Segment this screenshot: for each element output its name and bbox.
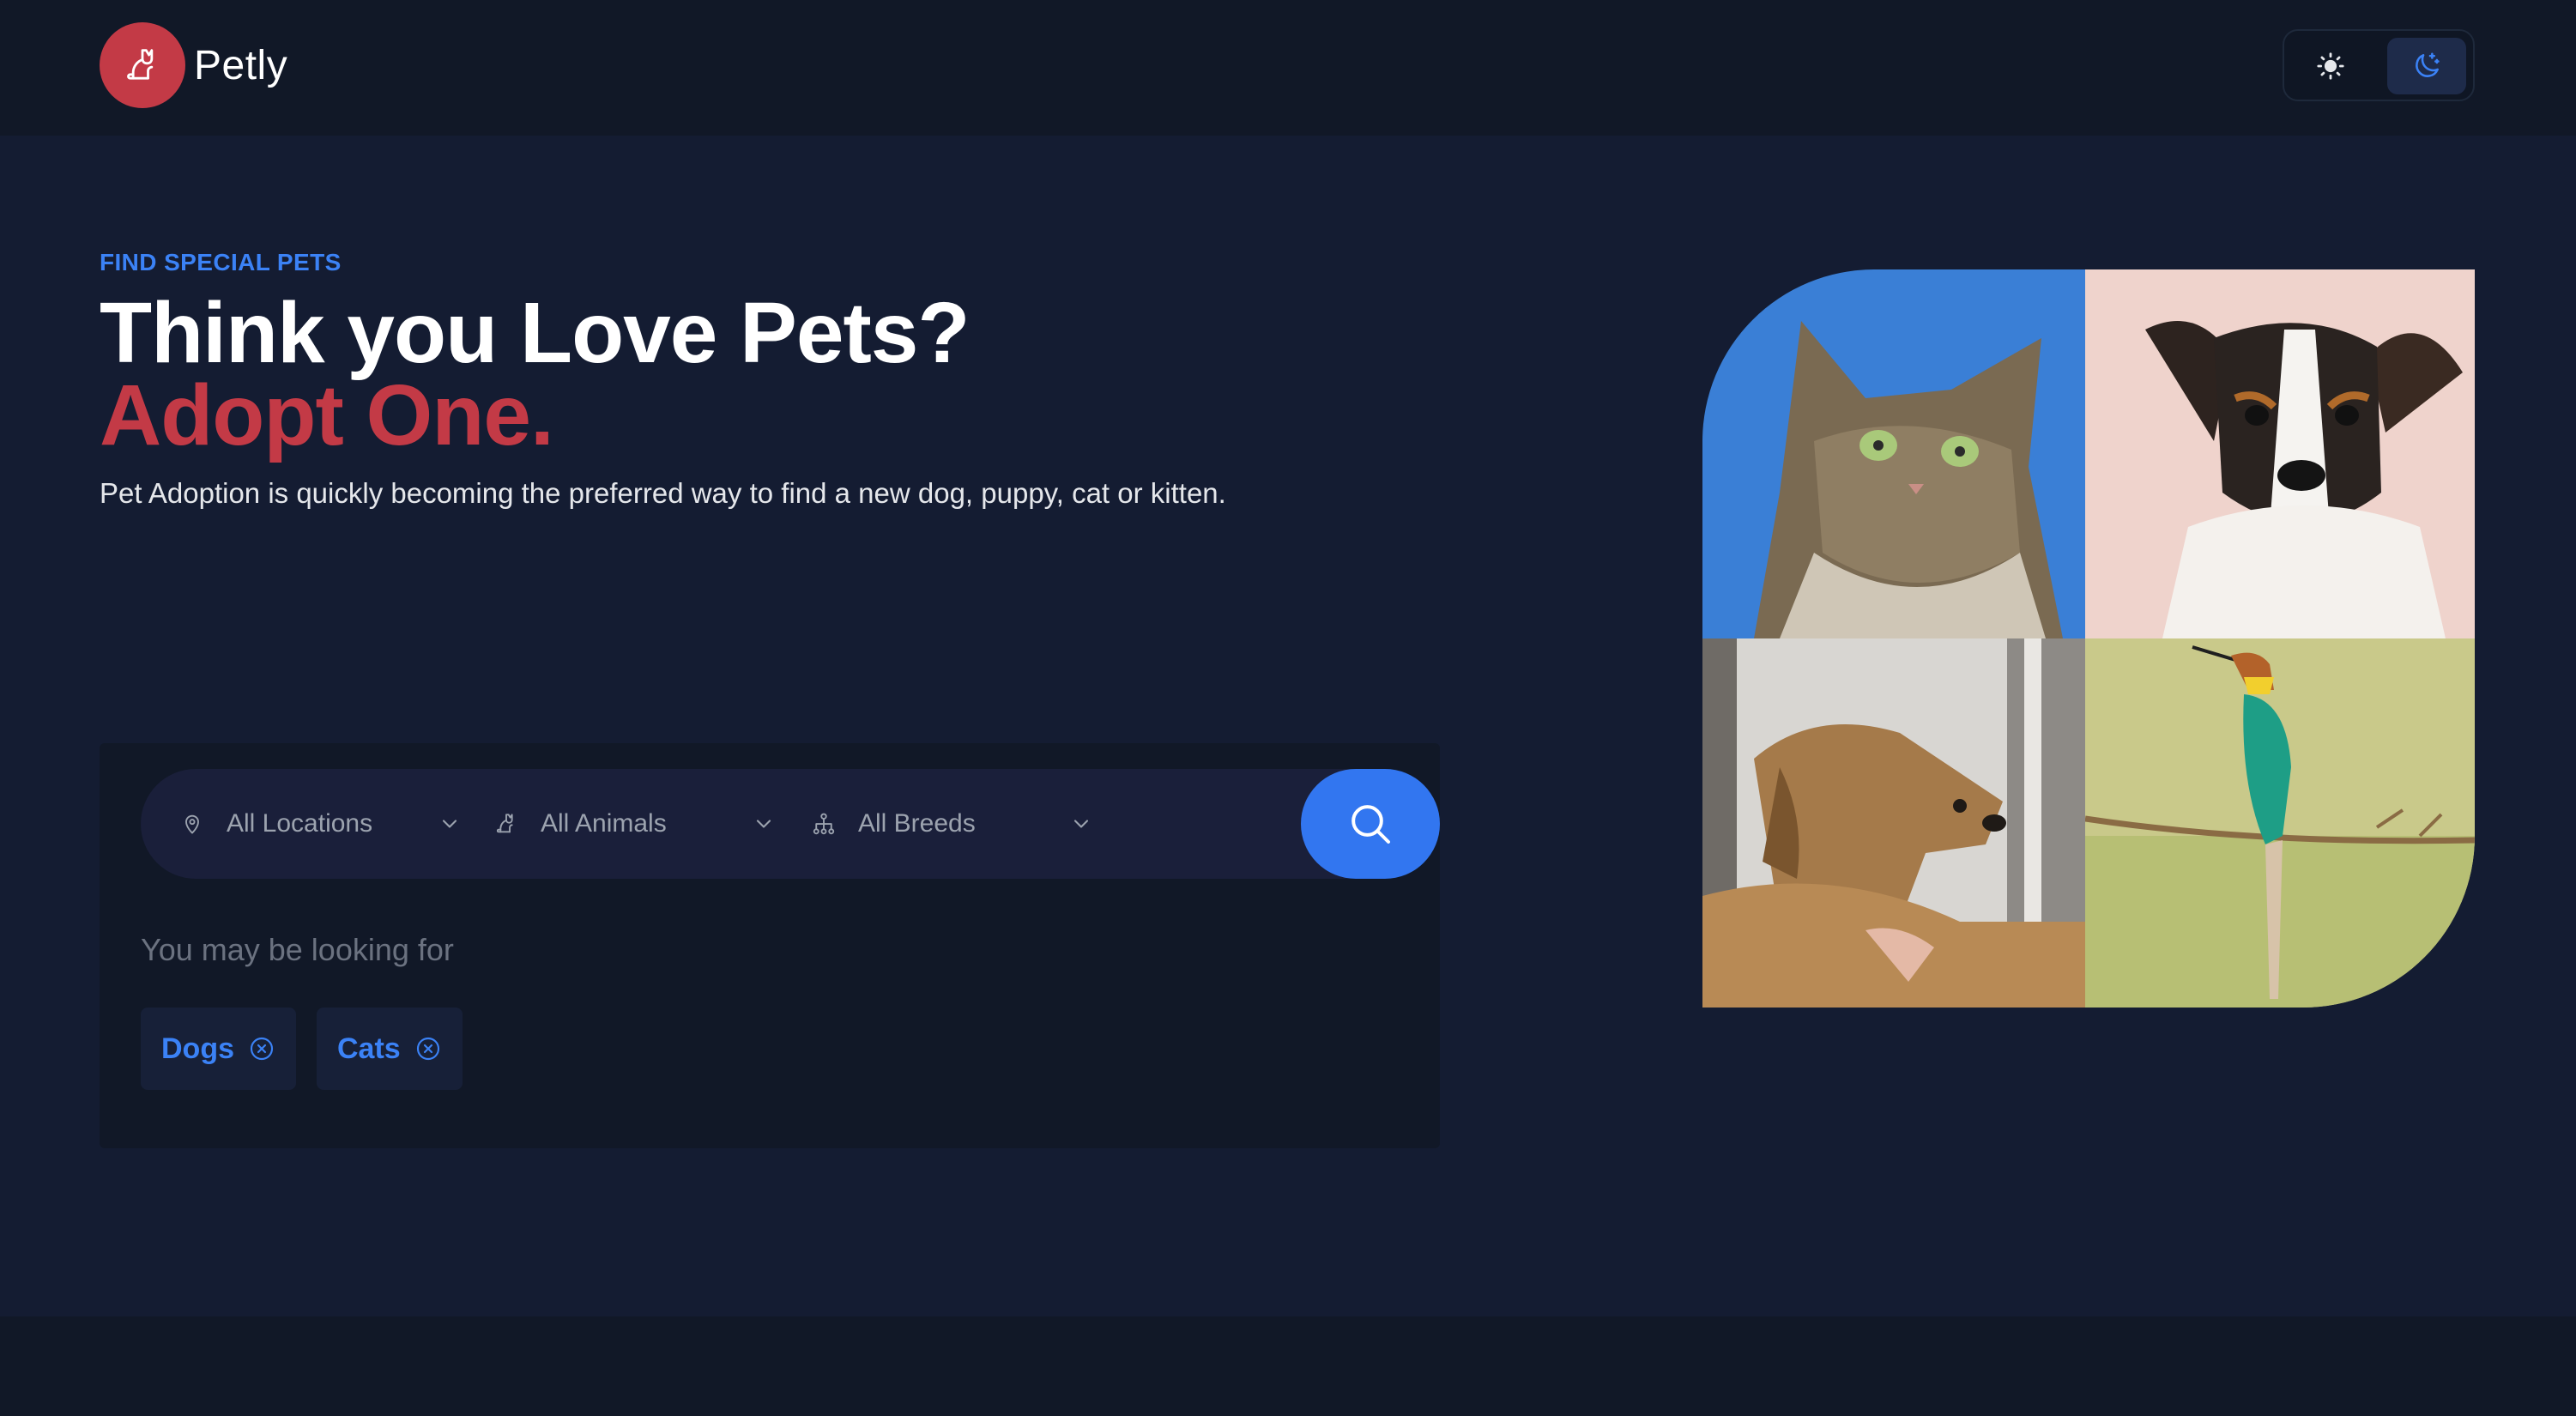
suggestions-title: You may be looking for [141,932,454,967]
search-button[interactable] [1301,769,1440,879]
animal-filter-label: All Animals [541,809,667,838]
close-circle-icon[interactable] [248,1035,275,1062]
hero-eyebrow: FIND SPECIAL PETS [100,249,342,275]
close-circle-icon[interactable] [414,1035,442,1062]
chevron-down-icon [1073,820,1089,828]
breed-filter-label: All Breeds [858,809,976,838]
animal-filter[interactable]: All Animals [493,769,776,879]
dark-mode-button[interactable] [2387,38,2466,94]
chevron-down-icon [442,820,457,828]
chip-label: Cats [337,1032,401,1065]
chip-label: Dogs [161,1032,234,1065]
sun-icon [2317,52,2344,80]
moon-icon [2416,52,2440,77]
location-filter[interactable]: All Locations [178,769,462,879]
pet-photo-collage [1702,269,2475,1008]
light-mode-button[interactable] [2291,38,2370,94]
top-bar: Petly [0,0,2576,136]
golden-retriever-photo [1702,638,2085,1008]
hero-headline: Think you Love Pets? [100,285,970,381]
search-icon [1351,805,1390,844]
dog-photo [2085,269,2475,638]
cat-photo [1702,269,2085,638]
brand[interactable]: Petly [100,22,287,108]
search-card: All Locations All Animals All Breeds You… [100,743,1440,1148]
bird-photo [2085,638,2475,1008]
location-filter-label: All Locations [227,809,373,838]
brand-name: Petly [194,42,288,88]
page: Petly FIND SPECIAL PETS Think you Love P… [0,0,2576,1416]
chip-cats[interactable]: Cats [317,1008,463,1090]
hero-headline-accent: Adopt One. [100,367,554,463]
footer-strip [0,1316,2576,1416]
search-bar: All Locations All Animals All Breeds [141,769,1440,879]
suggestion-chips: Dogs Cats [141,1008,463,1090]
hierarchy-icon [810,810,838,838]
breed-filter[interactable]: All Breeds [810,769,1093,879]
cat-icon [493,810,520,838]
cat-icon [100,22,185,108]
hero-subtext: Pet Adoption is quickly becoming the pre… [100,477,1226,509]
theme-toggle[interactable] [2283,29,2475,101]
map-pin-icon [178,810,206,838]
chevron-down-icon [756,820,771,828]
chip-dogs[interactable]: Dogs [141,1008,296,1090]
